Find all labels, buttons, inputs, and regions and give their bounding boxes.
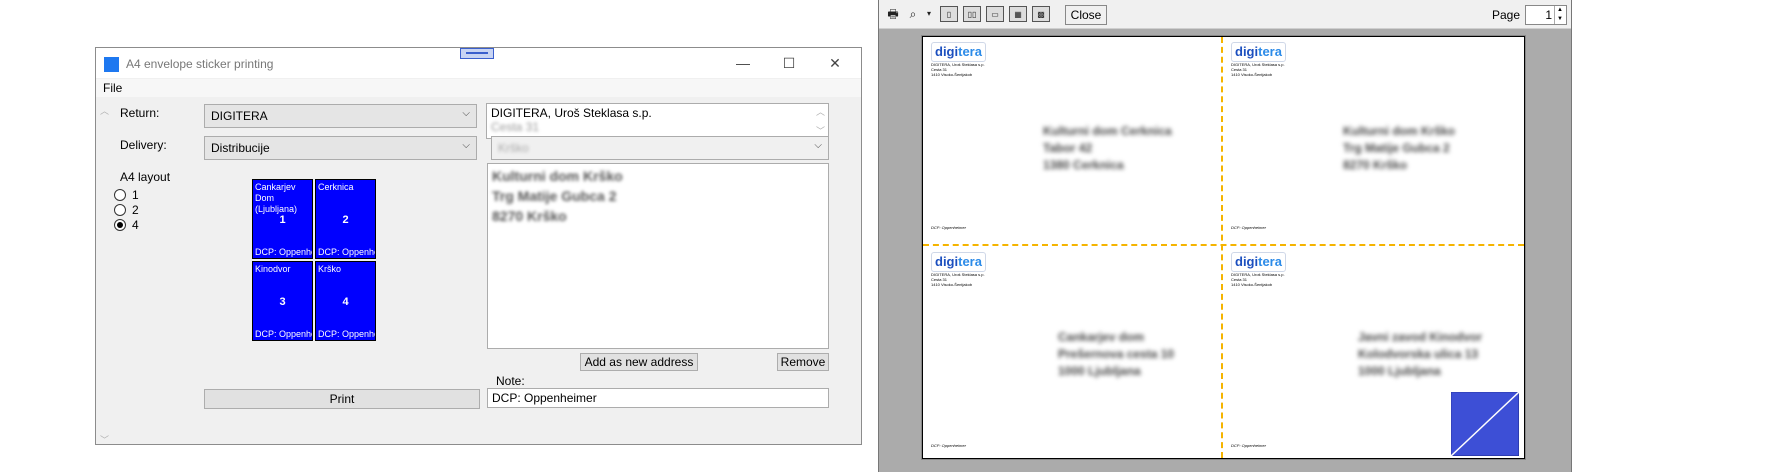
window-title: A4 envelope sticker printing — [126, 57, 274, 71]
digitera-logo: digitera — [1231, 42, 1286, 62]
chevron-down-icon[interactable]: ▾ — [920, 6, 938, 22]
return-address-line: DIGITERA, Uroš Steklasa s.p. — [491, 106, 652, 120]
tile-note: DCP: Oppenhei — [318, 329, 376, 339]
tile-name: Cerknica — [318, 182, 354, 192]
page-label: Page — [1492, 8, 1521, 22]
delivery-select-value: Distribucije — [211, 141, 270, 155]
return-select-value: DIGITERA — [211, 109, 268, 123]
layout-radio-4[interactable] — [114, 219, 126, 231]
recipient-address: Kulturni dom Krško Trg Matije Gubca 2 8270… — [1343, 124, 1456, 172]
delivery-address-line: Kulturni dom Krško — [492, 168, 623, 184]
tile-number: 2 — [342, 214, 349, 226]
two-page-icon[interactable]: ▯▯ — [963, 6, 981, 22]
preview-sticker: digitera DIGITERA, Uroš Steklasa s.p. Ces… — [1223, 37, 1524, 243]
one-page-icon[interactable]: ▯ — [940, 6, 958, 22]
layout-option-label: 2 — [132, 203, 139, 217]
preview-toolbar: 🖶 ⌕ ▾ ▯ ▯▯ ▭ ▦ ▩ Close Page 1 ▲ ▼ — [879, 0, 1571, 29]
drag-grip[interactable] — [460, 48, 494, 59]
sticker-note: DCP: Oppenheimer — [931, 225, 966, 230]
sticker-note: DCP: Oppenheimer — [1231, 225, 1266, 230]
minimize-button[interactable]: — — [720, 48, 766, 78]
preview-close-button[interactable]: Close — [1065, 5, 1107, 25]
sender-address: DIGITERA, Uroš Steklasa s.p. Cesta 31 1410… — [1231, 272, 1285, 287]
tile-name: Krško — [318, 264, 342, 274]
return-address-box[interactable]: DIGITERA, Uroš Steklasa s.p. Cesta 31 ︿ … — [486, 103, 829, 139]
a4-layout-label: A4 layout — [120, 170, 171, 184]
a4-sheet-preview: digitera DIGITERA, Uroš Steklasa s.p. Ces… — [922, 36, 1525, 459]
recipient-address: Kulturni dom Cerknica Tabor 42 1380 Cerkni… — [1043, 124, 1172, 172]
page-curl-icon[interactable] — [1451, 392, 1519, 456]
remove-button[interactable]: Remove — [777, 353, 829, 371]
note-input[interactable]: DCP: Oppenheimer — [487, 388, 829, 408]
note-label: Note: — [496, 374, 525, 388]
tile-number: 4 — [342, 296, 349, 308]
menu-bar: File — [96, 79, 861, 97]
add-new-address-button[interactable]: Add as new address — [580, 353, 698, 371]
layout-option-label: 4 — [132, 218, 139, 232]
sticker-tile-2[interactable]: Cerknica 2 DCP: Oppenhei — [315, 179, 376, 259]
digitera-logo: digitera — [931, 42, 986, 62]
app-icon — [104, 57, 119, 72]
sticker-note: DCP: Oppenheimer — [931, 443, 966, 448]
three-page-icon[interactable]: ▭ — [986, 6, 1004, 22]
scroll-up-icon[interactable]: ︿ — [816, 105, 825, 118]
return-address-line: Cesta 31 — [491, 120, 540, 134]
delivery-filter-value: Krško — [498, 141, 529, 155]
layout-radio-group: 1 2 4 — [114, 188, 174, 237]
menu-file[interactable]: File — [103, 81, 122, 95]
tile-note: DCP: Oppenhei — [318, 247, 376, 257]
digitera-logo: digitera — [931, 252, 986, 272]
page-number-input[interactable]: 1 ▲ ▼ — [1525, 5, 1567, 25]
delivery-filter-select[interactable]: Krško ⌵ — [491, 136, 829, 160]
print-button[interactable]: Print — [204, 389, 480, 409]
chevron-down-icon: ⌵ — [462, 108, 470, 119]
printer-icon[interactable]: 🖶 — [884, 6, 902, 22]
preview-sticker: digitera DIGITERA, Uroš Steklasa s.p. Ces… — [923, 37, 1220, 243]
six-page-icon[interactable]: ▩ — [1032, 6, 1050, 22]
spin-down-icon[interactable]: ▼ — [1554, 15, 1565, 24]
return-select[interactable]: DIGITERA ⌵ — [204, 104, 477, 128]
sender-address: DIGITERA, Uroš Steklasa s.p. Cesta 31 1410… — [1231, 62, 1285, 77]
sender-address: DIGITERA, Uroš Steklasa s.p. Cesta 31 1410… — [931, 272, 985, 287]
layout-radio-1[interactable] — [114, 189, 126, 201]
sticker-tile-4[interactable]: Krško 4 DCP: Oppenhei — [315, 261, 376, 341]
delivery-address-line: 8270 Krško — [492, 208, 567, 224]
recipient-address: Cankarjev dom Prešernova cesta 10 1000 Lju… — [1058, 330, 1175, 378]
tile-name: Kinodvor — [255, 264, 291, 274]
sticker-dialog-window: A4 envelope sticker printing — ☐ ✕ File … — [95, 47, 862, 445]
sticker-tile-1[interactable]: Cankarjev Dom (Ljubljana) 1 DCP: Oppenhe… — [252, 179, 313, 259]
digitera-logo: digitera — [1231, 252, 1286, 272]
delivery-address-box[interactable]: Kulturni dom Krško Trg Matije Gubca 2 82… — [487, 163, 829, 349]
sticker-note: DCP: Oppenheimer — [1231, 443, 1266, 448]
delivery-address-line: Trg Matije Gubca 2 — [492, 188, 617, 204]
print-preview-window: 🖶 ⌕ ▾ ▯ ▯▯ ▭ ▦ ▩ Close Page 1 ▲ ▼ digite… — [878, 0, 1572, 472]
scroll-down-icon[interactable]: ﹀ — [100, 433, 109, 446]
preview-sticker: digitera DIGITERA, Uroš Steklasa s.p. Ces… — [923, 247, 1220, 458]
page-number-value: 1 — [1545, 8, 1552, 22]
title-bar[interactable]: A4 envelope sticker printing — ☐ ✕ — [96, 48, 861, 78]
scroll-up-icon[interactable]: ︿ — [100, 104, 109, 117]
horizontal-cut-line — [923, 244, 1524, 246]
layout-option-label: 1 — [132, 188, 139, 202]
four-page-icon[interactable]: ▦ — [1009, 6, 1027, 22]
chevron-down-icon: ⌵ — [814, 140, 822, 151]
layout-radio-2[interactable] — [114, 204, 126, 216]
spin-up-icon[interactable]: ▲ — [1554, 6, 1565, 15]
return-label: Return: — [120, 106, 160, 120]
tile-name: Cankarjev Dom (Ljubljana) — [255, 182, 298, 214]
tile-note: DCP: Oppenhei — [255, 329, 313, 339]
tile-note: DCP: Oppenhei — [255, 247, 313, 257]
tile-number: 3 — [279, 296, 286, 308]
delivery-select[interactable]: Distribucije ⌵ — [204, 136, 477, 160]
sender-address: DIGITERA, Uroš Steklasa s.p. Cesta 31 1410… — [931, 62, 985, 77]
tile-number: 1 — [279, 214, 286, 226]
maximize-button[interactable]: ☐ — [766, 48, 812, 78]
delivery-label: Delivery: — [120, 138, 167, 152]
sticker-tile-3[interactable]: Kinodvor 3 DCP: Oppenhei — [252, 261, 313, 341]
chevron-down-icon: ⌵ — [462, 140, 470, 151]
close-button[interactable]: ✕ — [812, 48, 858, 78]
recipient-address: Javni zavod Kinodvor Kolodvorska ulica 13… — [1358, 330, 1483, 378]
